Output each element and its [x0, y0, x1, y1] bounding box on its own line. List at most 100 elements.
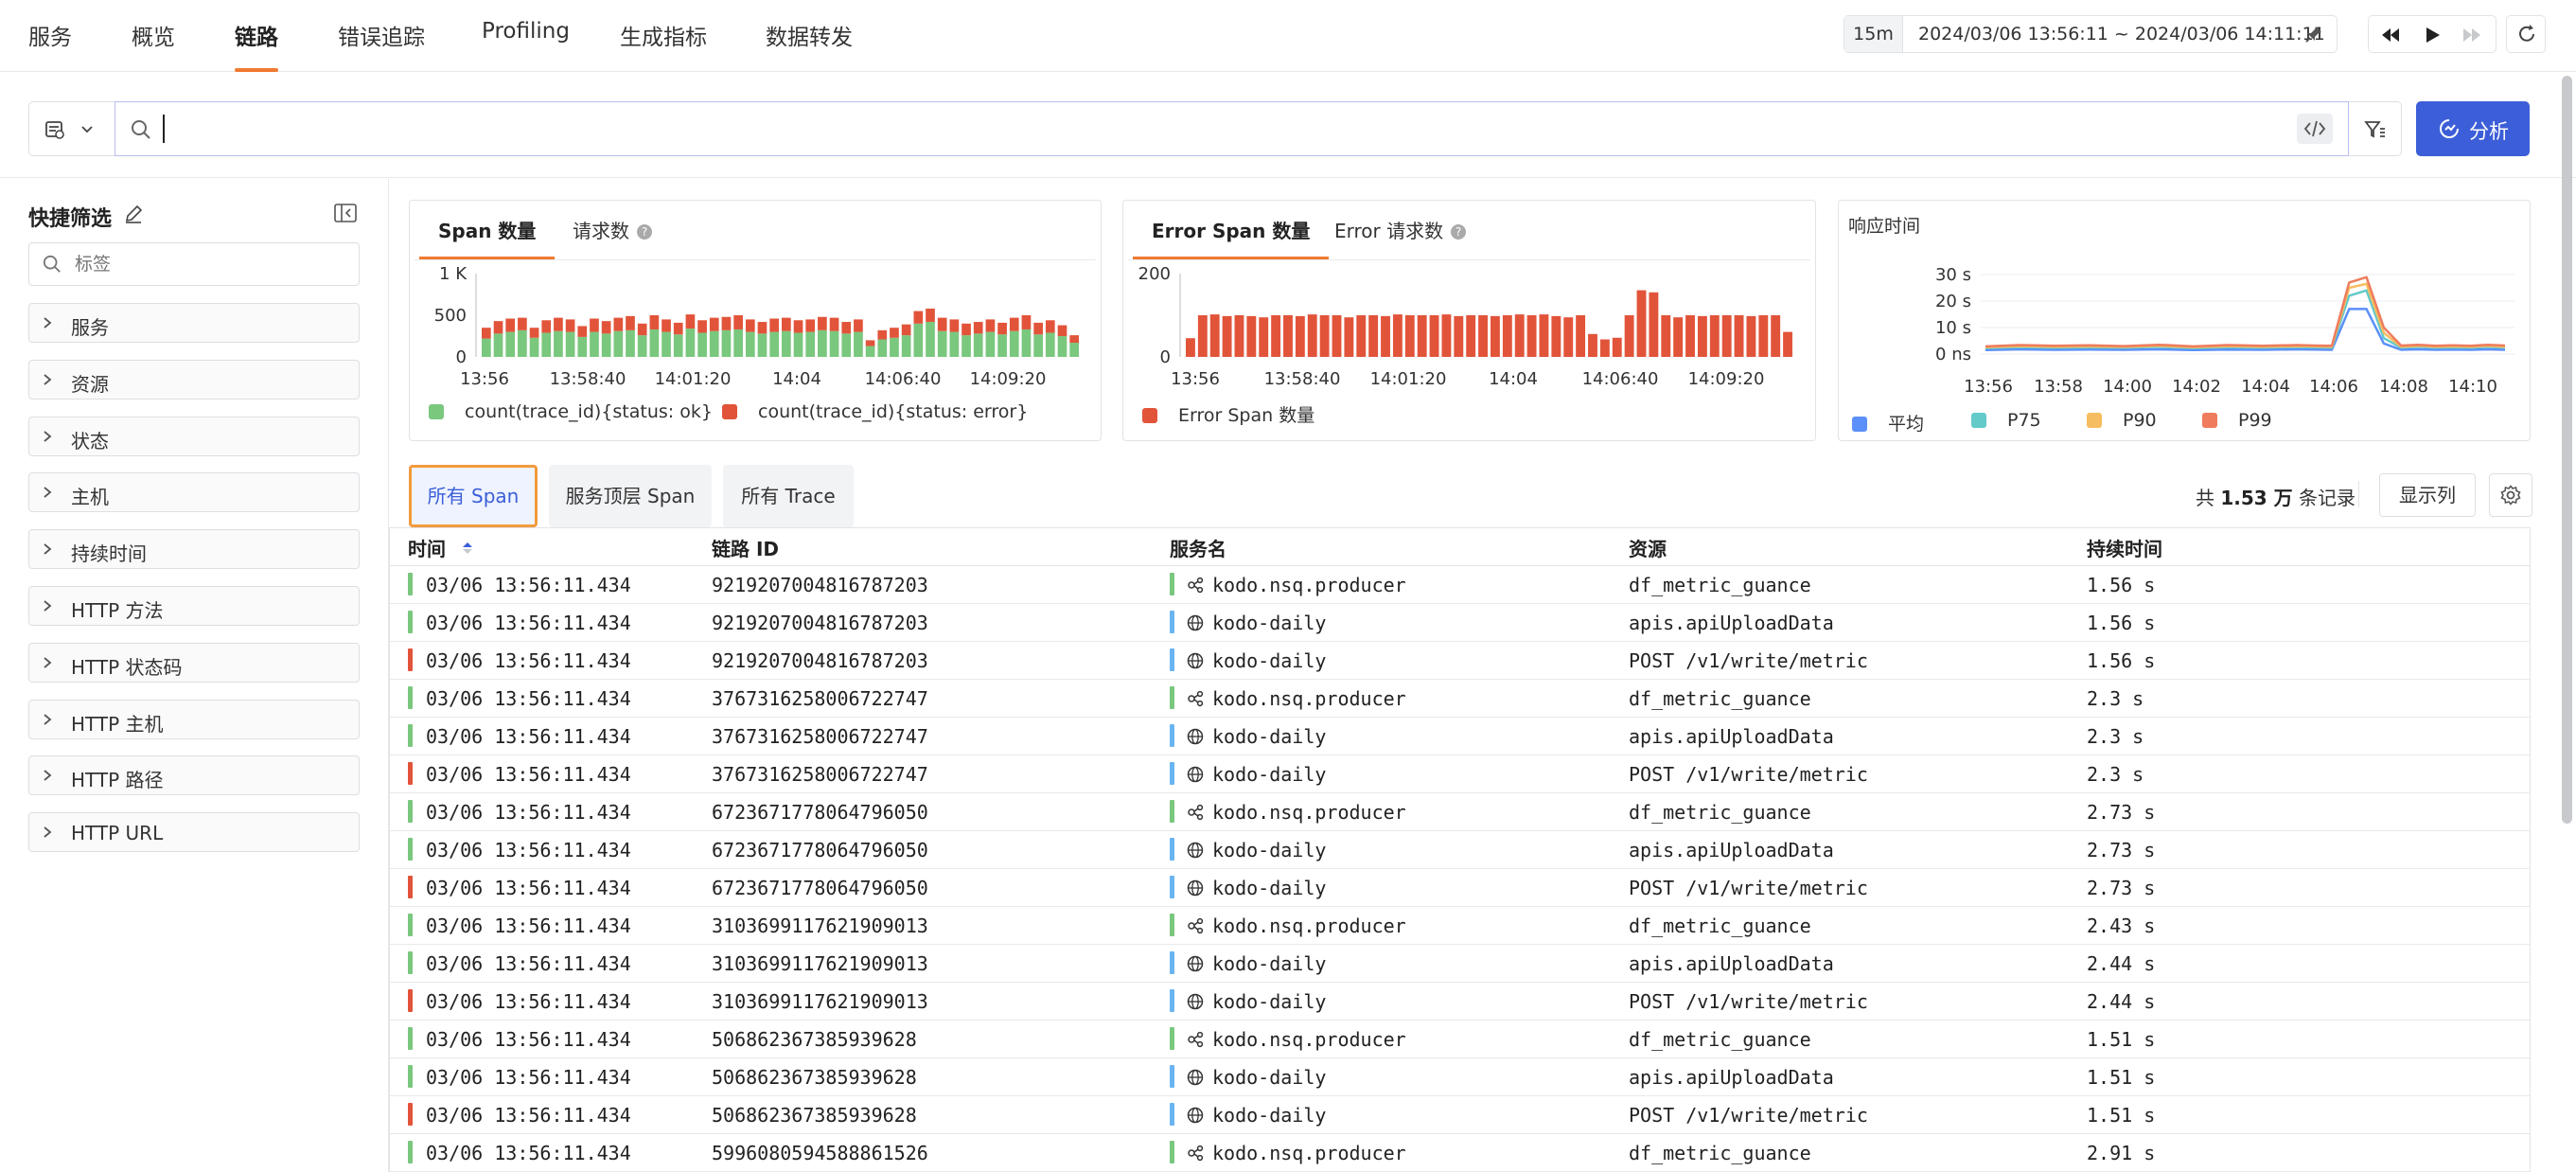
table-row[interactable]: 03/06 13:56:11.434 6723671778064796050 kod… [390, 793, 2530, 831]
bar-error-span[interactable] [1344, 317, 1354, 357]
bar-ok[interactable] [829, 330, 839, 357]
cell-service[interactable]: kodo-daily [1212, 612, 1326, 634]
cell-trace-id[interactable]: 9219207004816787203 [712, 612, 928, 634]
bar-error-span[interactable] [1307, 314, 1317, 357]
bar-error-span[interactable] [1709, 315, 1720, 357]
bar-error[interactable] [685, 314, 696, 329]
bar-error[interactable] [757, 322, 768, 334]
bar-ok[interactable] [541, 332, 552, 357]
table-row[interactable]: 03/06 13:56:11.434 506862367385939628 kodo… [390, 1021, 2530, 1058]
bar-error[interactable] [554, 317, 563, 331]
bar-ok[interactable] [962, 335, 971, 357]
bar-error[interactable] [590, 318, 599, 332]
bar-ok[interactable] [841, 333, 852, 357]
cell-service[interactable]: kodo-daily [1212, 952, 1326, 975]
bar-error-span[interactable] [1368, 315, 1379, 357]
bar-ok[interactable] [890, 337, 899, 357]
bar-error-span[interactable] [1734, 315, 1744, 357]
time-range-quick[interactable]: 15m [1844, 16, 1903, 52]
search-input[interactable] [163, 112, 2245, 146]
cell-service[interactable]: kodo.nsq.producer [1212, 801, 1406, 824]
show-columns-button[interactable]: 显示列 [2379, 473, 2476, 517]
bar-ok[interactable] [577, 336, 588, 357]
tab-overview[interactable]: 概览 [132, 19, 175, 72]
cell-service[interactable]: kodo.nsq.producer [1212, 915, 1406, 937]
table-row[interactable]: 03/06 13:56:11.434 6723671778064796050 kod… [390, 869, 2530, 907]
bar-error[interactable] [1045, 320, 1055, 333]
cell-service[interactable]: kodo-daily [1212, 725, 1326, 748]
bar-error[interactable] [697, 320, 707, 333]
search-query-field[interactable] [115, 101, 2349, 156]
cell-service[interactable]: kodo.nsq.producer [1212, 1028, 1406, 1051]
legend-item-error-span[interactable]: Error Span 数量 [1142, 401, 1314, 427]
legend-item-avg[interactable]: 平均 [1852, 410, 1924, 435]
bar-error[interactable] [733, 315, 743, 329]
bar-ok[interactable] [901, 335, 911, 357]
bar-error[interactable] [565, 319, 575, 332]
bar-error[interactable] [769, 318, 779, 332]
cell-service[interactable]: kodo-daily [1212, 839, 1326, 861]
edit-icon[interactable] [123, 204, 144, 224]
bar-ok[interactable] [997, 334, 1007, 357]
bar-ok[interactable] [697, 332, 707, 357]
bar-ok[interactable] [721, 329, 732, 357]
cell-trace-id[interactable]: 3767316258006722747 [712, 763, 928, 786]
bar-error[interactable] [1069, 335, 1079, 344]
cell-service[interactable]: kodo-daily [1212, 877, 1326, 899]
bar-ok[interactable] [913, 323, 924, 357]
bar-error-span[interactable] [1478, 315, 1488, 357]
table-row[interactable]: 03/06 13:56:11.434 3103699117621909013 kod… [390, 907, 2530, 945]
bar-ok[interactable] [973, 333, 983, 357]
code-mode-button[interactable] [2297, 114, 2333, 144]
bar-error-span[interactable] [1697, 315, 1707, 357]
bar-error[interactable] [997, 322, 1007, 335]
bar-error-span[interactable] [1539, 314, 1549, 357]
cell-service[interactable]: kodo.nsq.producer [1212, 574, 1406, 596]
legend-item-p90[interactable]: P90 [2087, 410, 2157, 431]
bar-error[interactable] [493, 321, 503, 334]
tab-error-tracking[interactable]: 错误追踪 [338, 19, 425, 72]
bar-error[interactable] [890, 328, 899, 338]
bar-error-span[interactable] [1209, 314, 1220, 357]
cell-service[interactable]: kodo-daily [1212, 1104, 1326, 1127]
column-header-time[interactable]: 时间 [408, 534, 473, 561]
cell-service[interactable]: kodo.nsq.producer [1212, 1142, 1406, 1164]
bar-error-span[interactable] [1295, 315, 1305, 357]
bar-ok[interactable] [1045, 332, 1055, 357]
bar-error[interactable] [793, 320, 803, 333]
view-tab-top-level-spans[interactable]: 服务顶层 Span [549, 465, 712, 527]
bar-error-span[interactable] [1454, 315, 1464, 357]
bar-error[interactable] [613, 317, 624, 331]
bar-error[interactable] [721, 316, 732, 330]
series-line[interactable] [1985, 282, 2506, 348]
bar-error-span[interactable] [1612, 337, 1622, 357]
bar-ok[interactable] [793, 332, 803, 357]
bar-error[interactable] [649, 315, 660, 329]
cell-trace-id[interactable]: 6723671778064796050 [712, 839, 928, 861]
cell-service[interactable]: kodo-daily [1212, 649, 1326, 672]
bar-error-span[interactable] [1746, 315, 1756, 357]
table-row[interactable]: 03/06 13:56:11.434 3767316258006722747 kod… [390, 755, 2530, 793]
cell-service[interactable]: kodo-daily [1212, 763, 1326, 786]
bar-ok[interactable] [518, 329, 527, 357]
bar-error[interactable] [709, 317, 719, 331]
pin-icon[interactable] [2304, 25, 2323, 44]
filter-facet[interactable]: HTTP URL [28, 812, 360, 853]
bar-error[interactable] [973, 322, 983, 334]
legend-item-error[interactable]: count(trace_id){status: error} [722, 401, 1028, 422]
bar-error-span[interactable] [1661, 315, 1671, 357]
bar-error[interactable] [518, 317, 527, 330]
cell-trace-id[interactable]: 3103699117621909013 [712, 952, 928, 975]
bar-ok[interactable] [745, 331, 755, 357]
cell-trace-id[interactable]: 506862367385939628 [712, 1104, 917, 1127]
bar-ok[interactable] [590, 331, 599, 357]
bar-error-span[interactable] [1576, 315, 1586, 357]
table-row[interactable]: 03/06 13:56:11.434 506862367385939628 kodo… [390, 1058, 2530, 1096]
cell-trace-id[interactable]: 6723671778064796050 [712, 801, 928, 824]
table-settings-button[interactable] [2489, 473, 2532, 517]
bar-ok[interactable] [662, 331, 671, 357]
bar-error-span[interactable] [1259, 317, 1269, 357]
bar-ok[interactable] [1009, 330, 1019, 357]
play-icon[interactable] [2422, 25, 2443, 45]
view-tab-all-traces[interactable]: 所有 Trace [723, 465, 854, 527]
